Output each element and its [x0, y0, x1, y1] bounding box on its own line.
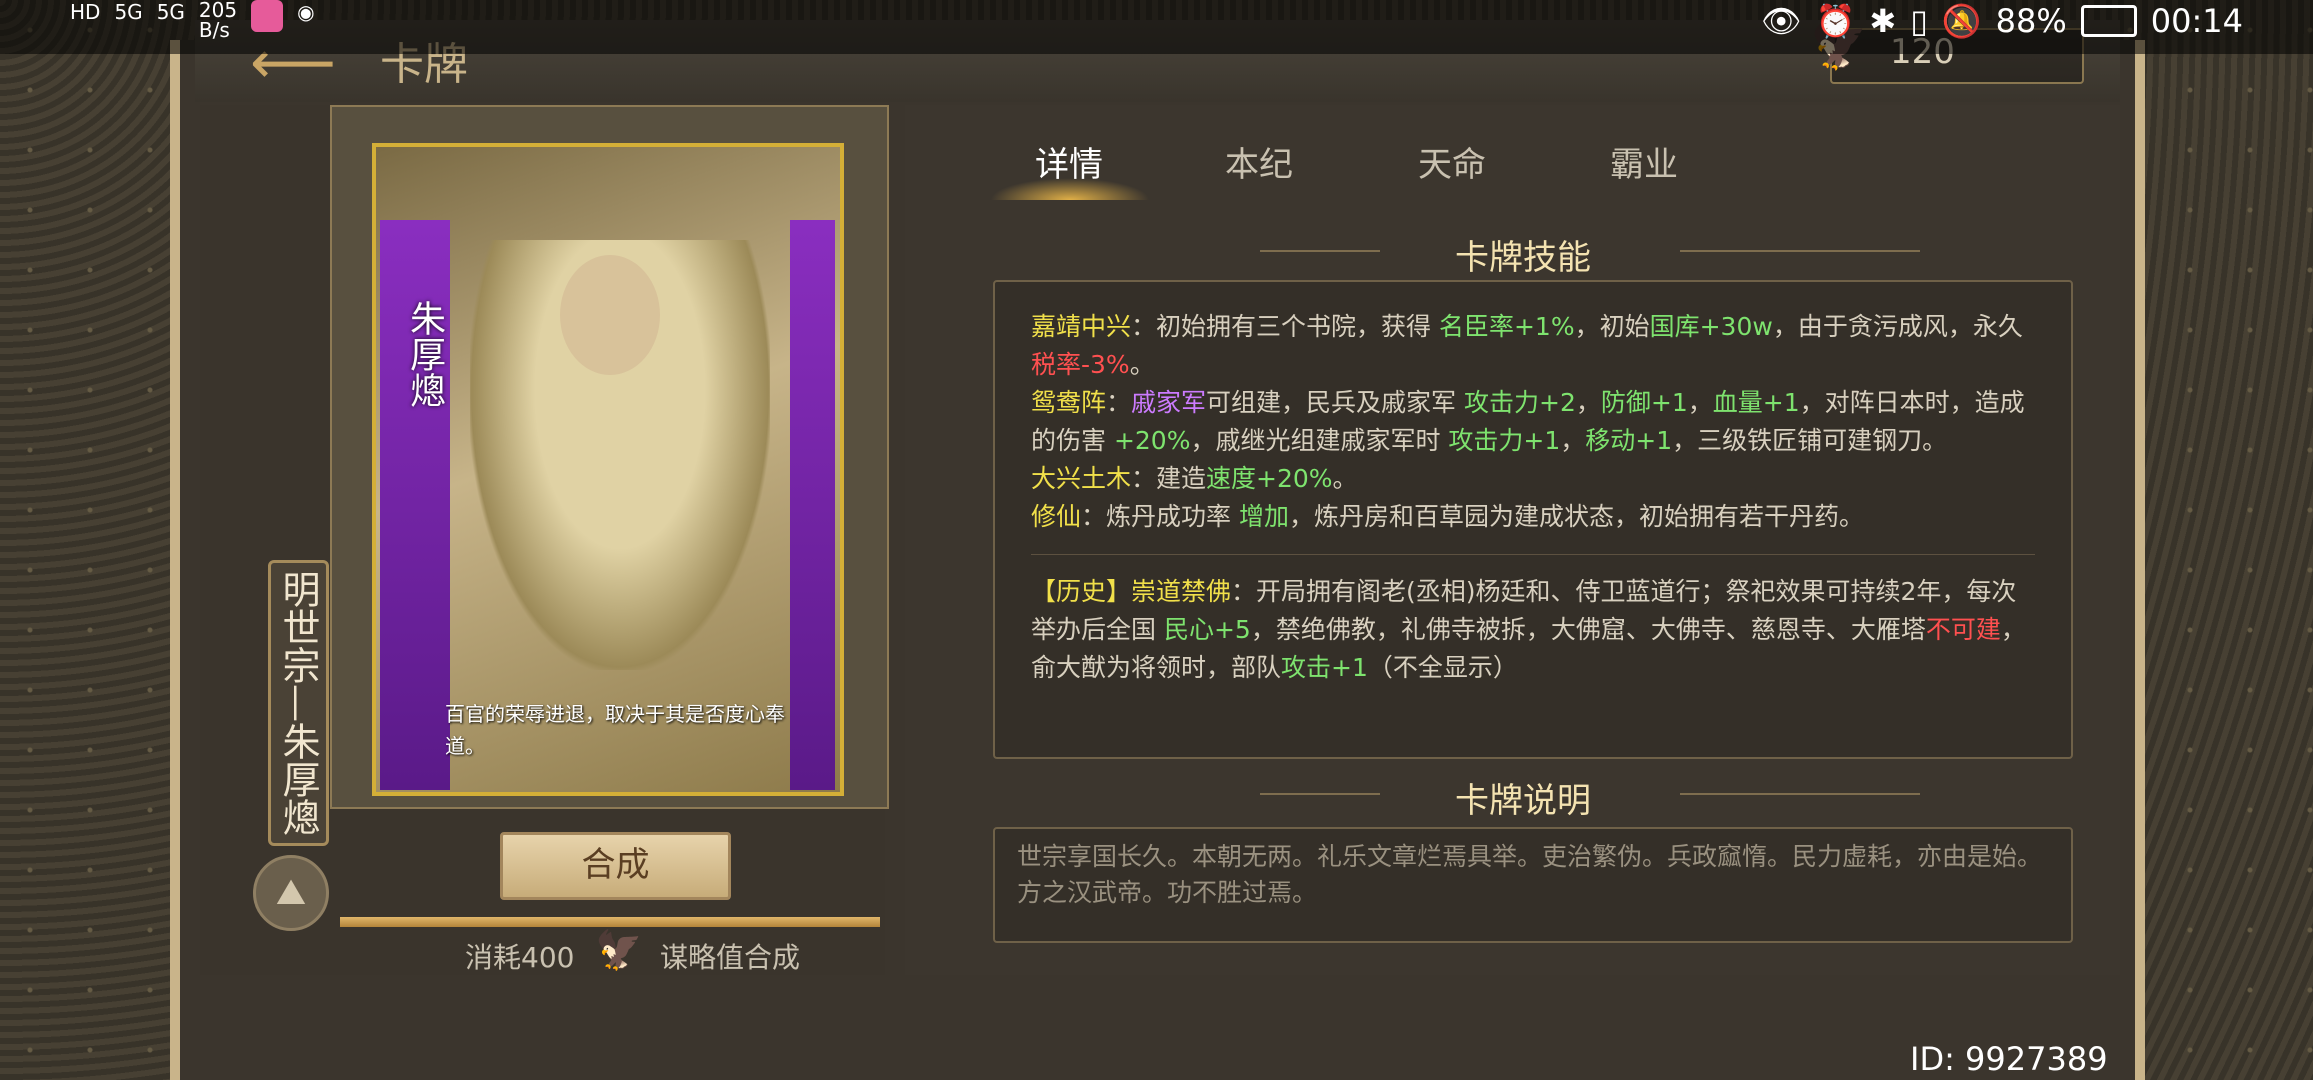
description-text: 世宗享国长久。本朝无两。礼乐文章烂焉具举。吏治繁伪。兵政窳惰。民力虚耗，亦由是始… — [1017, 842, 2043, 907]
card-vertical-name: 朱厚熜 — [404, 300, 445, 408]
clock: 00:14 — [2150, 2, 2243, 40]
eagle-icon: 🦅 — [595, 928, 643, 972]
net-speed: 205 B/s — [198, 0, 238, 42]
skill-buff: 增加 — [1238, 502, 1289, 531]
skills-title: 卡牌技能 — [1455, 238, 1591, 278]
card-face — [560, 255, 660, 375]
skill-buff: 攻击+1 — [1281, 653, 1368, 682]
skill-desc: 。 — [1332, 464, 1358, 493]
skill-desc: ，禁绝佛教，礼佛寺被拆，大佛窟、大佛寺、慈恩寺、大雁塔 — [1250, 615, 1926, 644]
skill-desc: 。 — [1129, 350, 1155, 379]
skills-text: 嘉靖中兴：初始拥有三个书院，获得 名臣率+1%，初始国库+30w，由于贪污成风，… — [995, 282, 2071, 687]
skill-buff: 民心+5 — [1163, 615, 1251, 644]
skill-buff: 名臣率+1% — [1438, 312, 1575, 341]
skill-1: 嘉靖中兴：初始拥有三个书院，获得 名臣率+1%，初始国库+30w，由于贪污成风，… — [1031, 308, 2035, 384]
compose-button[interactable]: 合成 — [500, 832, 731, 900]
status-bar: HD 5G 5G 205 B/s ◉ 👁 ⏰ ✱ ▯ 🔕 88% 00:14 — [0, 0, 2313, 54]
skill-buff: +20% — [1113, 426, 1191, 455]
skill-desc: ， — [1575, 388, 1601, 417]
tab-details[interactable]: 详情 — [1035, 137, 1103, 186]
tab-hegemony[interactable]: 霸业 — [1610, 137, 1678, 186]
skill-desc: ， — [1687, 388, 1713, 417]
compose-progress — [340, 917, 880, 927]
skill-debuff: 税率-3% — [1031, 350, 1130, 379]
skill-name: 修仙 — [1031, 502, 1082, 531]
player-id: ID: 9927389 — [1910, 1040, 2108, 1078]
skill-buff: 攻击力+2 — [1464, 388, 1576, 417]
hd-icon: HD — [70, 0, 101, 24]
mountain-icon[interactable]: ⛰ — [253, 855, 329, 931]
chat-icon: ◉ — [297, 0, 315, 24]
skill-unit: 戚家军 — [1131, 388, 1207, 417]
skill-3: 大兴土木：建造速度+20%。 — [1031, 460, 2035, 498]
description-box: 世宗享国长久。本朝无两。礼乐文章烂焉具举。吏治繁伪。兵政窳惰。民力虚耗，亦由是始… — [993, 827, 2073, 943]
alarm-icon: ⏰ — [1815, 2, 1856, 40]
section-divider — [1260, 250, 1380, 252]
app-icon — [251, 0, 284, 32]
skill-name: 【历史】崇道禁佛 — [1031, 577, 1232, 606]
signal-icon: 5G — [114, 0, 143, 24]
skill-desc: ，由于贪污成风，永久 — [1772, 312, 2023, 341]
compose-progress-fill — [340, 917, 880, 927]
skill-buff: 移动+1 — [1585, 426, 1673, 455]
section-divider — [1680, 793, 1920, 795]
skill-desc: ，三级铁匠铺可建钢刀。 — [1672, 426, 1948, 455]
skill-debuff: 不可建 — [1925, 615, 2001, 644]
skill-buff: 速度+20% — [1206, 464, 1333, 493]
skill-history: 【历史】崇道禁佛：开局拥有阁老(丞相)杨廷和、侍卫蓝道行；祭祀效果可持续2年，每… — [1031, 573, 2035, 687]
name-tag: 明世宗—朱厚熜 — [268, 560, 329, 846]
card-quote: 百官的荣辱进退，取决于其是否度心奉道。 — [445, 702, 785, 758]
eye-icon: 👁 — [1760, 2, 1802, 40]
desc-title: 卡牌说明 — [1455, 781, 1591, 821]
cost-text: 消耗400 — [465, 941, 575, 974]
bluetooth-icon: ✱ — [1869, 2, 1897, 40]
cost-suffix: 谋略值合成 — [660, 941, 801, 974]
mute-icon: 🔕 — [1941, 2, 1982, 40]
skill-buff: 攻击力+1 — [1448, 426, 1561, 455]
skill-desc: ： — [1106, 388, 1132, 417]
skill-4: 修仙：炼丹成功率 增加，炼丹房和百草园为建成状态，初始拥有若干丹药。 — [1031, 498, 2035, 536]
skill-desc: （不全显示） — [1367, 653, 1518, 682]
skill-desc: ， — [1560, 426, 1586, 455]
vibrate-icon: ▯ — [1910, 2, 1928, 40]
skill-desc: ，戚继光组建戚家军时 — [1190, 426, 1449, 455]
skill-name: 鸳鸯阵 — [1031, 388, 1107, 417]
skills-box[interactable]: 嘉靖中兴：初始拥有三个书院，获得 名臣率+1%，初始国库+30w，由于贪污成风，… — [993, 280, 2073, 759]
skill-buff: 血量+1 — [1712, 388, 1800, 417]
skill-desc: 可组建，民兵及戚家军 — [1206, 388, 1464, 417]
skill-desc: ：炼丹成功率 — [1081, 502, 1239, 531]
skill-name: 嘉靖中兴 — [1031, 312, 1132, 341]
skill-buff: 防御+1 — [1600, 388, 1688, 417]
skill-desc: ，炼丹房和百草园为建成状态，初始拥有若干丹药。 — [1288, 502, 1864, 531]
skills-divider — [1031, 554, 2035, 555]
tab-destiny[interactable]: 天命 — [1418, 137, 1486, 186]
tab-annals[interactable]: 本纪 — [1225, 137, 1293, 186]
skill-desc: ，初始 — [1574, 312, 1650, 341]
battery-text: 88% — [1995, 2, 2067, 40]
section-divider — [1680, 250, 1920, 252]
signal-icon-2: 5G — [156, 0, 185, 24]
section-divider — [1260, 793, 1380, 795]
skill-2: 鸳鸯阵：戚家军可组建，民兵及戚家军 攻击力+2，防御+1，血量+1，对阵日本时，… — [1031, 384, 2035, 460]
skill-buff: 国库+30w — [1649, 312, 1773, 341]
skill-desc: ：初始拥有三个书院，获得 — [1131, 312, 1439, 341]
skill-name: 大兴土木 — [1031, 464, 1132, 493]
battery-icon — [2080, 5, 2137, 37]
skill-desc: ：建造 — [1131, 464, 1207, 493]
